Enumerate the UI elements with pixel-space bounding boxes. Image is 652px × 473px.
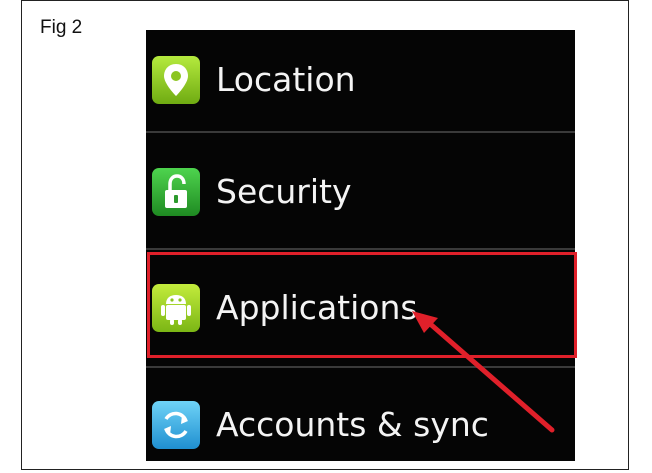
location-pin-icon bbox=[152, 56, 200, 104]
settings-item-location[interactable]: Location bbox=[146, 30, 575, 130]
settings-item-accounts-sync[interactable]: Accounts & sync bbox=[146, 375, 575, 461]
settings-item-label: Security bbox=[216, 172, 352, 211]
settings-item-label: Applications bbox=[216, 288, 418, 327]
sync-icon bbox=[152, 401, 200, 449]
figure-label: Fig 2 bbox=[40, 17, 83, 38]
padlock-icon bbox=[152, 168, 200, 216]
divider bbox=[146, 248, 575, 250]
android-icon bbox=[152, 284, 200, 332]
settings-item-label: Accounts & sync bbox=[216, 405, 489, 444]
divider bbox=[146, 366, 575, 368]
settings-screen: Location Security Applications Accounts … bbox=[146, 30, 575, 461]
settings-item-applications[interactable]: Applications bbox=[146, 258, 575, 358]
settings-item-security[interactable]: Security bbox=[146, 142, 575, 242]
settings-item-label: Location bbox=[216, 60, 356, 99]
divider bbox=[146, 131, 575, 133]
